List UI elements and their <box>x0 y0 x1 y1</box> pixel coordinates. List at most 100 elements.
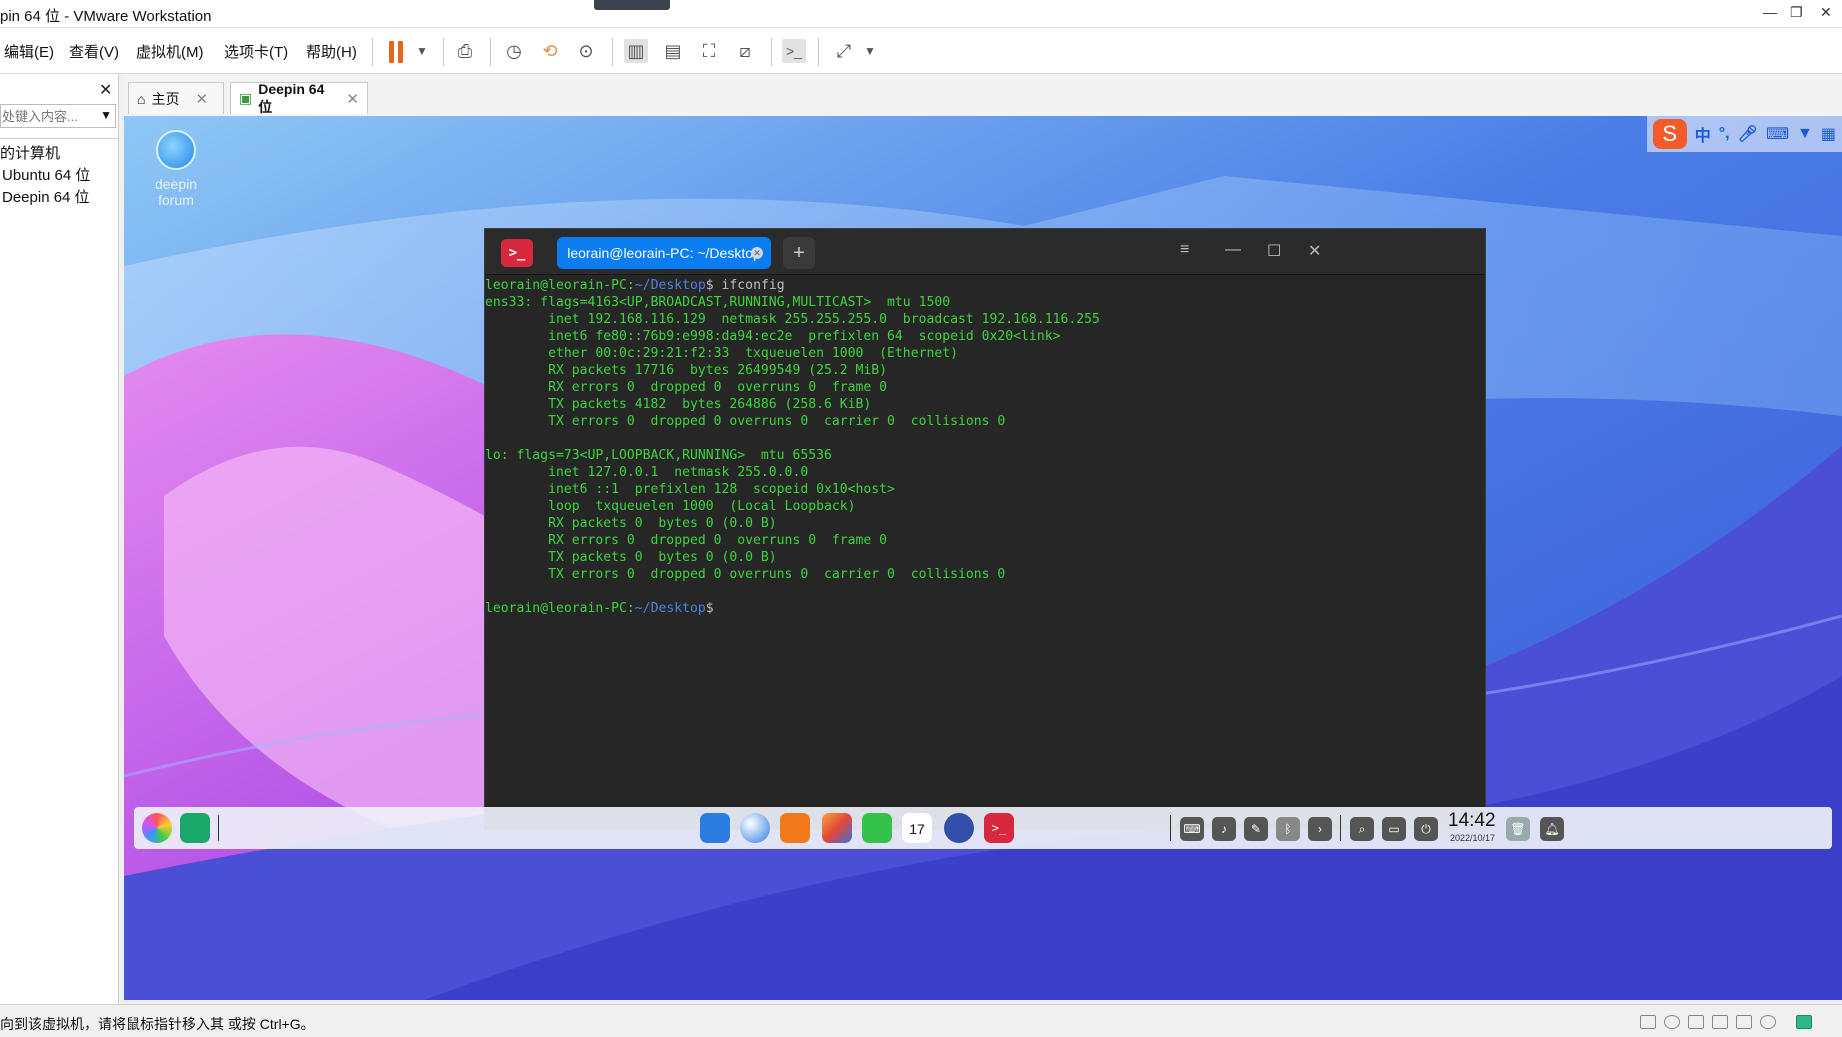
output-line: RX errors 0 dropped 0 overruns 0 frame 0 <box>485 533 888 548</box>
output-line: TX errors 0 dropped 0 overruns 0 carrier… <box>485 414 1006 429</box>
maximize-icon[interactable]: ☐ <box>1267 241 1281 261</box>
snapshot-manager-icon[interactable]: ⊙ <box>574 39 598 63</box>
menu-edit[interactable]: 编辑(E) <box>4 41 54 62</box>
app-store-icon[interactable] <box>700 813 730 843</box>
tab-deepin[interactable]: ▣ Deepin 64 位 ✕ <box>230 80 368 115</box>
clock-time[interactable]: 14:42 <box>1448 810 1496 832</box>
unity-icon[interactable]: ⧄ <box>733 39 757 63</box>
show-library-icon[interactable]: ▥ <box>624 39 648 63</box>
power-icon[interactable]: ⏻ <box>1414 817 1438 841</box>
menu-help[interactable]: 帮助(H) <box>306 41 357 62</box>
menu-icon[interactable]: ≡ <box>1180 241 1189 259</box>
stretch-guest-icon[interactable]: ⤢ <box>832 39 856 63</box>
dropdown-arrow-icon[interactable]: ▼ <box>410 39 434 63</box>
menu-vm[interactable]: 虚拟机(M) <box>136 41 204 62</box>
network-icon[interactable] <box>1688 1015 1704 1029</box>
multitasking-icon[interactable] <box>180 813 210 843</box>
toolbar-separator <box>443 38 444 66</box>
keyboard-icon[interactable]: ⌨ <box>1766 124 1789 144</box>
library-tree: 的计算机 Ubuntu 64 位 Deepin 64 位 <box>0 138 119 209</box>
close-tab-icon[interactable]: ✕ <box>751 247 763 259</box>
minimize-icon[interactable]: — <box>1763 4 1777 20</box>
window-title: pin 64 位 - VMware Workstation <box>0 8 212 25</box>
settings-icon[interactable] <box>944 813 974 843</box>
screen-icon[interactable]: ▭ <box>1382 817 1406 841</box>
chevron-down-icon[interactable]: ▼ <box>100 108 112 122</box>
tab-label: Deepin 64 位 <box>258 80 325 115</box>
vm-running-icon: ▣ <box>239 90 253 106</box>
snapshot-icon[interactable]: ◷ <box>502 39 526 63</box>
send-ctrl-alt-del-icon[interactable]: ⎙ <box>453 39 477 63</box>
terminal-titlebar: >_ leorain@leorain-PC: ~/Desktop ✕ + ≡ —… <box>485 229 1485 275</box>
sound-icon[interactable] <box>1736 1015 1752 1029</box>
input-method-bar: S 中 °, 🎤︎ ⌨ ▼ ▦ <box>1646 116 1842 152</box>
dropdown-arrow-icon[interactable]: ▼ <box>858 39 882 63</box>
ime-punctuation-icon[interactable]: °, <box>1719 125 1730 143</box>
notification-icon[interactable]: 🔔︎ <box>1540 817 1564 841</box>
output-line: TX errors 0 dropped 0 overruns 0 carrier… <box>485 567 1006 582</box>
new-tab-button[interactable]: + <box>783 237 815 269</box>
tree-item-my-computer[interactable]: 的计算机 <box>0 143 119 165</box>
desktop-icon-label: forum <box>158 192 194 208</box>
pen-icon[interactable]: ✎ <box>1244 817 1268 841</box>
library-search-input[interactable] <box>1 105 97 127</box>
guest-desktop[interactable]: S 中 °, 🎤︎ ⌨ ▼ ▦ deepin forum >_ leorain@… <box>124 116 1842 1000</box>
calendar-icon[interactable]: 17 <box>902 813 932 843</box>
bluetooth-icon[interactable]: ᛒ <box>1276 817 1300 841</box>
ime-mode-label[interactable]: 中 <box>1695 122 1711 146</box>
fullscreen-icon[interactable]: ⛶ <box>697 39 721 63</box>
terminal-tab[interactable]: leorain@leorain-PC: ~/Desktop ✕ <box>557 237 771 269</box>
terminal-app-icon[interactable]: >_ <box>501 239 533 267</box>
terminal-window[interactable]: >_ leorain@leorain-PC: ~/Desktop ✕ + ≡ —… <box>484 228 1486 830</box>
music-icon[interactable] <box>862 813 892 843</box>
tree-item-deepin[interactable]: Deepin 64 位 <box>0 187 119 209</box>
usb-icon[interactable] <box>1760 1015 1776 1029</box>
minimize-icon[interactable]: — <box>1225 241 1241 259</box>
cd-icon[interactable] <box>1664 1015 1680 1029</box>
close-icon[interactable]: ✕ <box>1308 241 1321 261</box>
file-manager-icon[interactable] <box>780 813 810 843</box>
launcher-icon[interactable] <box>142 813 172 843</box>
printer-icon[interactable] <box>1712 1015 1728 1029</box>
menu-toolbar: 编辑(E) 查看(V) 虚拟机(M) 选项卡(T) 帮助(H) ▼ ⎙ ◷ ⟲ … <box>0 28 1842 74</box>
library-sidebar: ✕ ▼ 的计算机 Ubuntu 64 位 Deepin 64 位 <box>0 74 119 1004</box>
chevron-right-icon[interactable]: › <box>1308 817 1332 841</box>
close-library-icon[interactable]: ✕ <box>99 80 112 100</box>
hdd-icon[interactable] <box>1640 1015 1656 1029</box>
console-view-icon[interactable]: >_ <box>782 39 806 63</box>
skin-icon[interactable]: ▼ <box>1797 125 1813 143</box>
thumbnail-bar-icon[interactable]: ▤ <box>661 39 685 63</box>
status-message: 向到该虚拟机，请将鼠标指针移入其 或按 Ctrl+G。 <box>0 1016 315 1032</box>
terminal-dock-icon[interactable]: >_ <box>984 813 1014 843</box>
browser-icon[interactable] <box>740 813 770 843</box>
menu-tabs[interactable]: 选项卡(T) <box>224 41 288 62</box>
grid-icon[interactable]: ▦ <box>1821 124 1836 144</box>
onboard-keyboard-icon[interactable]: ⌨ <box>1180 817 1204 841</box>
tab-home[interactable]: ⌂ 主页 ✕ <box>128 82 224 114</box>
output-line: inet6 ::1 prefixlen 128 scopeid 0x10<hos… <box>485 482 895 497</box>
tree-item-ubuntu[interactable]: Ubuntu 64 位 <box>0 165 119 187</box>
microphone-icon[interactable]: 🎤︎ <box>1738 124 1758 144</box>
message-log-icon[interactable] <box>1796 1015 1812 1029</box>
toolbar-separator <box>372 38 373 66</box>
close-icon[interactable]: ✕ <box>1820 4 1832 21</box>
search-icon[interactable]: ⌕ <box>1350 817 1374 841</box>
desktop-icon-deepin-forum[interactable]: deepin forum <box>144 130 208 208</box>
revert-snapshot-icon[interactable]: ⟲ <box>538 39 562 63</box>
output-line: loop txqueuelen 1000 (Local Loopback) <box>485 499 856 514</box>
close-tab-icon[interactable]: ✕ <box>346 90 359 108</box>
output-line: RX packets 17716 bytes 26499549 (25.2 Mi… <box>485 363 888 378</box>
output-line: RX packets 0 bytes 0 (0.0 B) <box>485 516 777 531</box>
prompt-path: ~/Desktop <box>634 601 706 616</box>
restore-icon[interactable]: ❐ <box>1790 4 1803 21</box>
output-line: TX packets 0 bytes 0 (0.0 B) <box>485 550 777 565</box>
terminal-output[interactable]: leorain@leorain-PC:~/Desktop$ ifconfig e… <box>485 277 1100 617</box>
trash-icon[interactable]: 🗑︎ <box>1506 817 1530 841</box>
volume-icon[interactable]: ♪ <box>1212 817 1236 841</box>
menu-view[interactable]: 查看(V) <box>69 41 119 62</box>
sogou-logo-icon[interactable]: S <box>1652 119 1687 149</box>
image-viewer-icon[interactable] <box>822 813 852 843</box>
fullscreen-toolbar-handle[interactable] <box>594 0 670 10</box>
close-tab-icon[interactable]: ✕ <box>195 90 208 108</box>
library-search[interactable]: ▼ <box>0 104 116 128</box>
